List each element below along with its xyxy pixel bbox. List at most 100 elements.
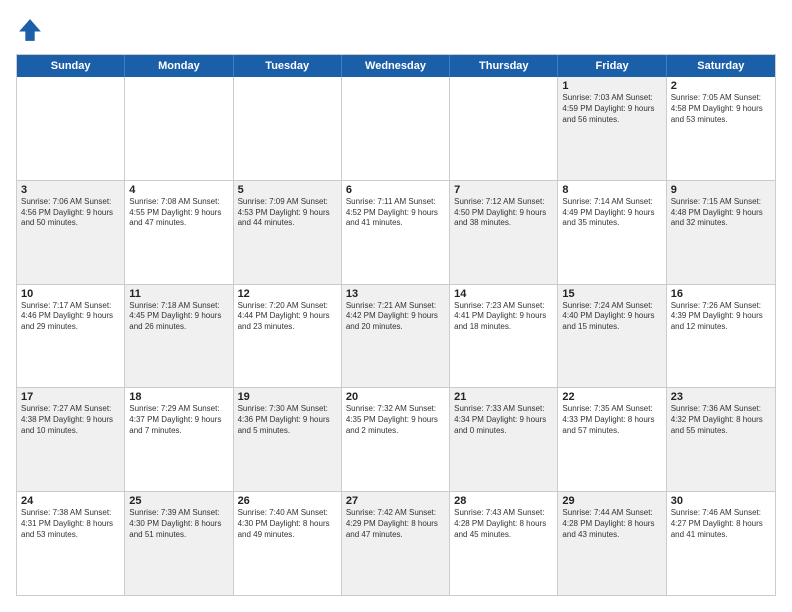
- table-row: 12Sunrise: 7:20 AM Sunset: 4:44 PM Dayli…: [234, 285, 342, 388]
- day-number: 19: [238, 391, 337, 403]
- header: [16, 16, 776, 44]
- table-row: 28Sunrise: 7:43 AM Sunset: 4:28 PM Dayli…: [450, 492, 558, 595]
- header-sunday: Sunday: [17, 55, 125, 77]
- table-row: 8Sunrise: 7:14 AM Sunset: 4:49 PM Daylig…: [558, 181, 666, 284]
- day-info: Sunrise: 7:35 AM Sunset: 4:33 PM Dayligh…: [562, 404, 661, 436]
- day-info: Sunrise: 7:03 AM Sunset: 4:59 PM Dayligh…: [562, 93, 661, 125]
- day-number: 9: [671, 184, 771, 196]
- day-info: Sunrise: 7:39 AM Sunset: 4:30 PM Dayligh…: [129, 508, 228, 540]
- table-row: 1Sunrise: 7:03 AM Sunset: 4:59 PM Daylig…: [558, 77, 666, 180]
- header-saturday: Saturday: [667, 55, 775, 77]
- table-row: 6Sunrise: 7:11 AM Sunset: 4:52 PM Daylig…: [342, 181, 450, 284]
- logo: [16, 16, 48, 44]
- day-info: Sunrise: 7:46 AM Sunset: 4:27 PM Dayligh…: [671, 508, 771, 540]
- day-info: Sunrise: 7:33 AM Sunset: 4:34 PM Dayligh…: [454, 404, 553, 436]
- day-info: Sunrise: 7:24 AM Sunset: 4:40 PM Dayligh…: [562, 301, 661, 333]
- header-tuesday: Tuesday: [234, 55, 342, 77]
- header-friday: Friday: [558, 55, 666, 77]
- day-number: 21: [454, 391, 553, 403]
- table-row: 13Sunrise: 7:21 AM Sunset: 4:42 PM Dayli…: [342, 285, 450, 388]
- day-info: Sunrise: 7:32 AM Sunset: 4:35 PM Dayligh…: [346, 404, 445, 436]
- table-row: 7Sunrise: 7:12 AM Sunset: 4:50 PM Daylig…: [450, 181, 558, 284]
- day-info: Sunrise: 7:42 AM Sunset: 4:29 PM Dayligh…: [346, 508, 445, 540]
- day-number: 30: [671, 495, 771, 507]
- day-info: Sunrise: 7:23 AM Sunset: 4:41 PM Dayligh…: [454, 301, 553, 333]
- table-row: 5Sunrise: 7:09 AM Sunset: 4:53 PM Daylig…: [234, 181, 342, 284]
- table-row: 24Sunrise: 7:38 AM Sunset: 4:31 PM Dayli…: [17, 492, 125, 595]
- day-number: 24: [21, 495, 120, 507]
- table-row: 25Sunrise: 7:39 AM Sunset: 4:30 PM Dayli…: [125, 492, 233, 595]
- day-info: Sunrise: 7:09 AM Sunset: 4:53 PM Dayligh…: [238, 197, 337, 229]
- table-row: 3Sunrise: 7:06 AM Sunset: 4:56 PM Daylig…: [17, 181, 125, 284]
- day-info: Sunrise: 7:26 AM Sunset: 4:39 PM Dayligh…: [671, 301, 771, 333]
- table-row: [450, 77, 558, 180]
- day-info: Sunrise: 7:17 AM Sunset: 4:46 PM Dayligh…: [21, 301, 120, 333]
- day-number: 16: [671, 288, 771, 300]
- day-number: 22: [562, 391, 661, 403]
- day-info: Sunrise: 7:29 AM Sunset: 4:37 PM Dayligh…: [129, 404, 228, 436]
- table-row: 29Sunrise: 7:44 AM Sunset: 4:28 PM Dayli…: [558, 492, 666, 595]
- table-row: 9Sunrise: 7:15 AM Sunset: 4:48 PM Daylig…: [667, 181, 775, 284]
- table-row: 4Sunrise: 7:08 AM Sunset: 4:55 PM Daylig…: [125, 181, 233, 284]
- table-row: 2Sunrise: 7:05 AM Sunset: 4:58 PM Daylig…: [667, 77, 775, 180]
- day-number: 1: [562, 80, 661, 92]
- calendar-header: Sunday Monday Tuesday Wednesday Thursday…: [17, 55, 775, 77]
- table-row: 26Sunrise: 7:40 AM Sunset: 4:30 PM Dayli…: [234, 492, 342, 595]
- table-row: 21Sunrise: 7:33 AM Sunset: 4:34 PM Dayli…: [450, 388, 558, 491]
- day-number: 5: [238, 184, 337, 196]
- day-info: Sunrise: 7:44 AM Sunset: 4:28 PM Dayligh…: [562, 508, 661, 540]
- day-info: Sunrise: 7:38 AM Sunset: 4:31 PM Dayligh…: [21, 508, 120, 540]
- table-row: 23Sunrise: 7:36 AM Sunset: 4:32 PM Dayli…: [667, 388, 775, 491]
- day-info: Sunrise: 7:18 AM Sunset: 4:45 PM Dayligh…: [129, 301, 228, 333]
- day-info: Sunrise: 7:11 AM Sunset: 4:52 PM Dayligh…: [346, 197, 445, 229]
- calendar-row: 1Sunrise: 7:03 AM Sunset: 4:59 PM Daylig…: [17, 77, 775, 180]
- day-number: 7: [454, 184, 553, 196]
- table-row: 15Sunrise: 7:24 AM Sunset: 4:40 PM Dayli…: [558, 285, 666, 388]
- calendar-row: 10Sunrise: 7:17 AM Sunset: 4:46 PM Dayli…: [17, 284, 775, 388]
- table-row: 22Sunrise: 7:35 AM Sunset: 4:33 PM Dayli…: [558, 388, 666, 491]
- day-number: 13: [346, 288, 445, 300]
- day-info: Sunrise: 7:21 AM Sunset: 4:42 PM Dayligh…: [346, 301, 445, 333]
- day-number: 27: [346, 495, 445, 507]
- day-info: Sunrise: 7:15 AM Sunset: 4:48 PM Dayligh…: [671, 197, 771, 229]
- table-row: 10Sunrise: 7:17 AM Sunset: 4:46 PM Dayli…: [17, 285, 125, 388]
- calendar-row: 3Sunrise: 7:06 AM Sunset: 4:56 PM Daylig…: [17, 180, 775, 284]
- table-row: [125, 77, 233, 180]
- table-row: 20Sunrise: 7:32 AM Sunset: 4:35 PM Dayli…: [342, 388, 450, 491]
- day-number: 25: [129, 495, 228, 507]
- table-row: 16Sunrise: 7:26 AM Sunset: 4:39 PM Dayli…: [667, 285, 775, 388]
- header-thursday: Thursday: [450, 55, 558, 77]
- table-row: 14Sunrise: 7:23 AM Sunset: 4:41 PM Dayli…: [450, 285, 558, 388]
- day-number: 12: [238, 288, 337, 300]
- day-number: 4: [129, 184, 228, 196]
- table-row: 17Sunrise: 7:27 AM Sunset: 4:38 PM Dayli…: [17, 388, 125, 491]
- day-info: Sunrise: 7:12 AM Sunset: 4:50 PM Dayligh…: [454, 197, 553, 229]
- day-number: 10: [21, 288, 120, 300]
- calendar-row: 24Sunrise: 7:38 AM Sunset: 4:31 PM Dayli…: [17, 491, 775, 595]
- day-number: 29: [562, 495, 661, 507]
- day-number: 18: [129, 391, 228, 403]
- logo-icon: [16, 16, 44, 44]
- day-number: 6: [346, 184, 445, 196]
- day-number: 15: [562, 288, 661, 300]
- day-info: Sunrise: 7:05 AM Sunset: 4:58 PM Dayligh…: [671, 93, 771, 125]
- day-number: 28: [454, 495, 553, 507]
- header-wednesday: Wednesday: [342, 55, 450, 77]
- header-monday: Monday: [125, 55, 233, 77]
- calendar: Sunday Monday Tuesday Wednesday Thursday…: [16, 54, 776, 596]
- day-number: 2: [671, 80, 771, 92]
- day-number: 11: [129, 288, 228, 300]
- page: Sunday Monday Tuesday Wednesday Thursday…: [0, 0, 792, 612]
- table-row: 27Sunrise: 7:42 AM Sunset: 4:29 PM Dayli…: [342, 492, 450, 595]
- table-row: 18Sunrise: 7:29 AM Sunset: 4:37 PM Dayli…: [125, 388, 233, 491]
- table-row: 11Sunrise: 7:18 AM Sunset: 4:45 PM Dayli…: [125, 285, 233, 388]
- day-number: 26: [238, 495, 337, 507]
- table-row: [17, 77, 125, 180]
- calendar-row: 17Sunrise: 7:27 AM Sunset: 4:38 PM Dayli…: [17, 387, 775, 491]
- day-number: 23: [671, 391, 771, 403]
- day-info: Sunrise: 7:36 AM Sunset: 4:32 PM Dayligh…: [671, 404, 771, 436]
- day-info: Sunrise: 7:06 AM Sunset: 4:56 PM Dayligh…: [21, 197, 120, 229]
- day-info: Sunrise: 7:14 AM Sunset: 4:49 PM Dayligh…: [562, 197, 661, 229]
- table-row: 30Sunrise: 7:46 AM Sunset: 4:27 PM Dayli…: [667, 492, 775, 595]
- day-number: 3: [21, 184, 120, 196]
